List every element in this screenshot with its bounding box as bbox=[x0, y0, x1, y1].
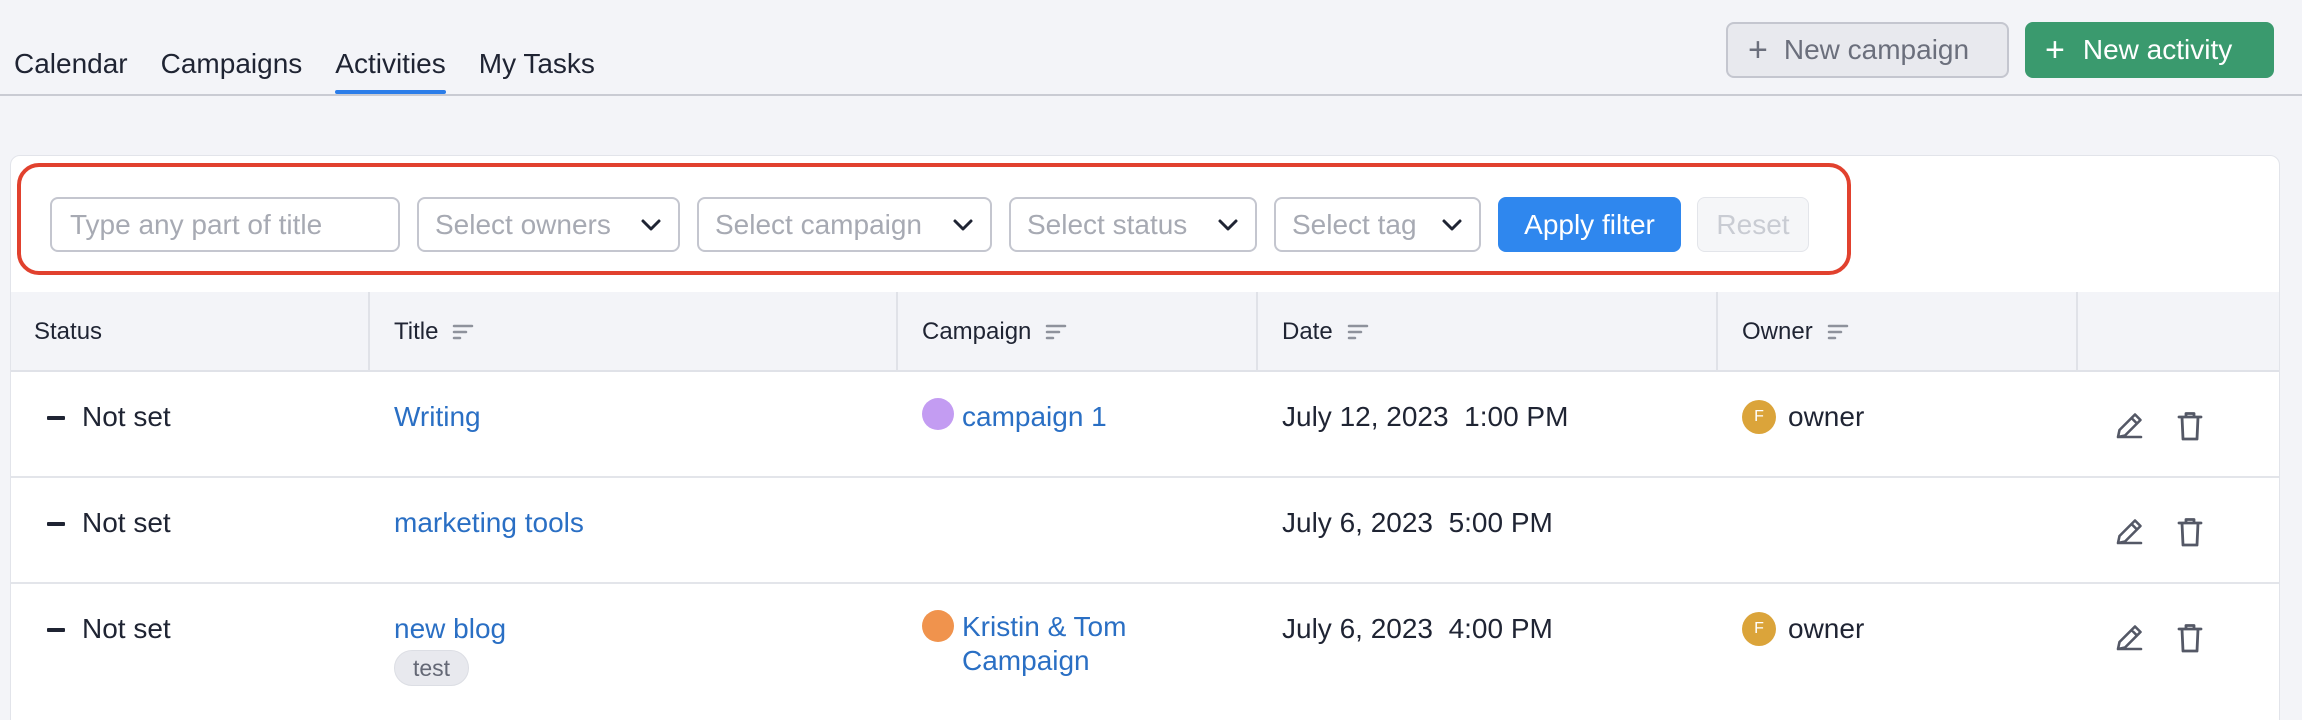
dash-icon bbox=[47, 628, 65, 632]
status-text: Not set bbox=[82, 401, 171, 432]
activity-date: July 6, 2023 5:00 PM bbox=[1282, 507, 1553, 539]
sort-icon[interactable] bbox=[1045, 324, 1067, 340]
status-text: Not set bbox=[82, 507, 171, 538]
time-text: 4:00 PM bbox=[1448, 613, 1553, 644]
status-select-placeholder: Select status bbox=[1027, 208, 1188, 240]
plus-icon: + bbox=[1748, 31, 1768, 69]
date-text: July 6, 2023 bbox=[1282, 507, 1433, 538]
sort-icon[interactable] bbox=[1827, 324, 1849, 340]
tag-select-placeholder: Select tag bbox=[1292, 208, 1417, 240]
tab-calendar[interactable]: Calendar bbox=[14, 48, 128, 93]
new-activity-button[interactable]: + New activity bbox=[2025, 22, 2274, 78]
new-campaign-label: New campaign bbox=[1783, 34, 1970, 65]
column-header-campaign[interactable]: Campaign bbox=[922, 292, 1067, 372]
column-header-status: Status bbox=[34, 292, 102, 372]
column-header-label: Title bbox=[394, 318, 439, 345]
campaign-color-dot bbox=[922, 610, 954, 642]
trash-icon[interactable] bbox=[2172, 408, 2208, 444]
column-header-label: Campaign bbox=[922, 318, 1032, 345]
campaign-select-placeholder: Select campaign bbox=[715, 208, 923, 240]
time-text: 1:00 PM bbox=[1464, 401, 1569, 432]
column-header-label: Owner bbox=[1742, 318, 1813, 345]
owners-select[interactable]: Select owners bbox=[417, 197, 680, 252]
campaign-link-continued[interactable]: Campaign bbox=[962, 645, 1090, 677]
table-row: Not set new blog test Kristin & Tom Camp… bbox=[11, 586, 2279, 720]
owner-name: owner bbox=[1788, 613, 1865, 644]
nav-tabs: Calendar Campaigns Activities My Tasks bbox=[14, 48, 628, 94]
chevron-down-icon bbox=[641, 219, 661, 231]
time-text: 5:00 PM bbox=[1448, 507, 1553, 538]
owners-select-placeholder: Select owners bbox=[435, 208, 611, 240]
plus-icon: + bbox=[2045, 31, 2065, 69]
activity-date: July 12, 2023 1:00 PM bbox=[1282, 401, 1568, 433]
activity-title-link[interactable]: marketing tools bbox=[394, 507, 584, 539]
column-divider bbox=[896, 292, 898, 372]
date-text: July 12, 2023 bbox=[1282, 401, 1449, 432]
reset-button[interactable]: Reset bbox=[1697, 197, 1809, 252]
status-select[interactable]: Select status bbox=[1009, 197, 1257, 252]
tab-campaigns[interactable]: Campaigns bbox=[161, 48, 303, 93]
tab-my-tasks[interactable]: My Tasks bbox=[479, 48, 595, 93]
chevron-down-icon bbox=[953, 219, 973, 231]
column-header-owner[interactable]: Owner bbox=[1742, 292, 1849, 372]
activity-date: July 6, 2023 4:00 PM bbox=[1282, 613, 1553, 645]
avatar: F bbox=[1742, 400, 1776, 434]
title-search-input[interactable] bbox=[50, 197, 400, 252]
tag-badge: test bbox=[394, 650, 470, 686]
column-divider bbox=[1716, 292, 1718, 372]
owner-name: owner bbox=[1788, 401, 1865, 432]
column-header-label: Status bbox=[34, 318, 103, 345]
chevron-down-icon bbox=[1442, 219, 1462, 231]
tab-activities[interactable]: Activities bbox=[335, 48, 447, 94]
dash-icon bbox=[47, 522, 65, 526]
trash-icon[interactable] bbox=[2172, 620, 2208, 656]
column-divider bbox=[368, 292, 370, 372]
campaign-select[interactable]: Select campaign bbox=[697, 197, 992, 252]
activity-title-link[interactable]: new blog bbox=[394, 613, 506, 645]
new-activity-label: New activity bbox=[2082, 34, 2233, 65]
campaign-link[interactable]: campaign 1 bbox=[962, 401, 1107, 433]
campaign-link[interactable]: Kristin & Tom bbox=[962, 611, 1126, 643]
new-campaign-button[interactable]: + New campaign bbox=[1726, 22, 2009, 78]
sort-icon[interactable] bbox=[452, 324, 474, 340]
trash-icon[interactable] bbox=[2172, 514, 2208, 550]
column-divider bbox=[2076, 292, 2078, 372]
column-header-date[interactable]: Date bbox=[1282, 292, 1369, 372]
date-text: July 6, 2023 bbox=[1282, 613, 1433, 644]
edit-icon[interactable] bbox=[2111, 620, 2147, 656]
chevron-down-icon bbox=[1218, 219, 1238, 231]
campaign-color-dot bbox=[922, 398, 954, 430]
table-row: Not set marketing tools July 6, 2023 5:0… bbox=[11, 480, 2279, 584]
column-header-title[interactable]: Title bbox=[394, 292, 474, 372]
apply-filter-button[interactable]: Apply filter bbox=[1498, 197, 1681, 252]
edit-icon[interactable] bbox=[2111, 514, 2147, 550]
dash-icon bbox=[47, 416, 65, 420]
status-text: Not set bbox=[82, 613, 171, 644]
activity-title-link[interactable]: Writing bbox=[394, 401, 481, 433]
avatar: F bbox=[1742, 612, 1776, 646]
table-header: Status Title Campaign Date Owner bbox=[11, 292, 2279, 372]
column-header-label: Date bbox=[1282, 318, 1333, 345]
edit-icon[interactable] bbox=[2111, 408, 2147, 444]
table-row: Not set Writing campaign 1 July 12, 2023… bbox=[11, 374, 2279, 478]
sort-icon[interactable] bbox=[1347, 324, 1369, 340]
column-divider bbox=[1256, 292, 1258, 372]
tag-select[interactable]: Select tag bbox=[1274, 197, 1481, 252]
